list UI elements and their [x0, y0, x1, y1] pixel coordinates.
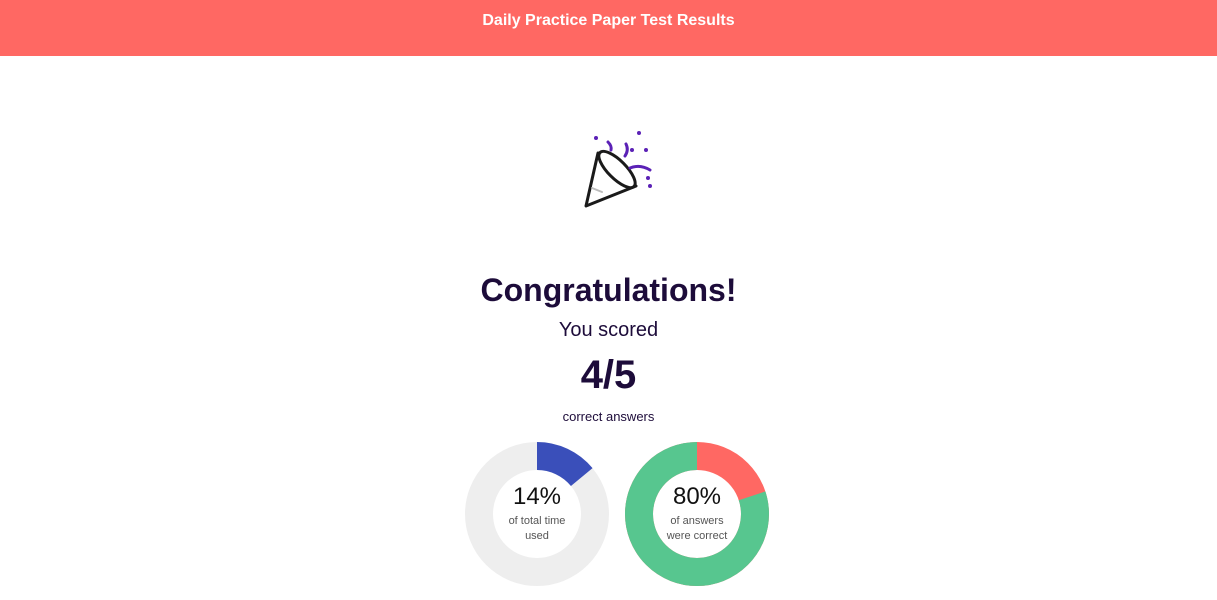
- correct-answers-donut: 80% of answers were correct: [625, 442, 769, 586]
- time-used-value: 14%: [512, 483, 562, 510]
- score-value: 4/5: [580, 353, 637, 397]
- page-header: Daily Practice Paper Test Results: [0, 0, 1217, 56]
- correct-answers-label: of answers were correct: [666, 515, 728, 542]
- congratulations-heading: Congratulations!: [480, 272, 737, 308]
- page-title: Daily Practice Paper Test Results: [482, 12, 735, 29]
- score-caption: correct answers: [562, 409, 655, 424]
- correct-answers-value: 80%: [672, 483, 722, 510]
- party-popper-icon: [584, 131, 652, 208]
- time-used-label: of total time used: [508, 515, 566, 542]
- time-used-donut: 14% of total time used: [465, 442, 609, 586]
- score-subheading: You scored: [558, 319, 659, 341]
